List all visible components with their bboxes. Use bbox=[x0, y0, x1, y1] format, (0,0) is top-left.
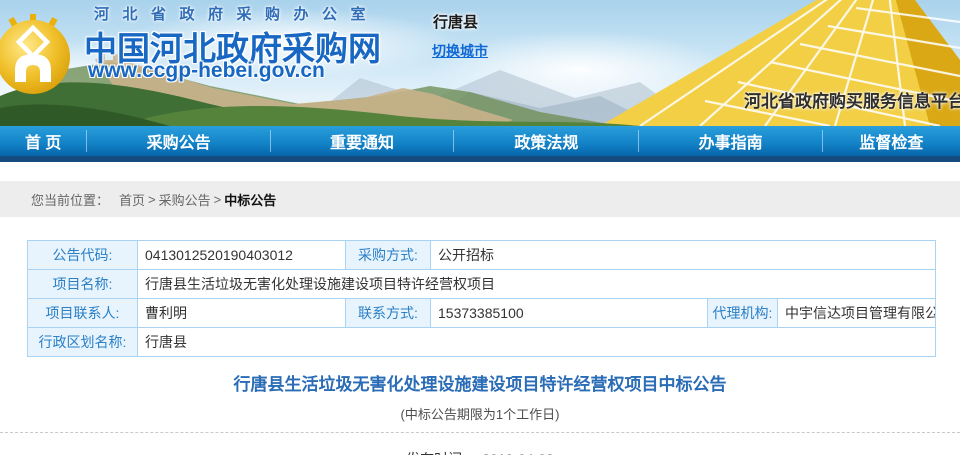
table-row: 项目联系人: 曹利明 联系方式: 15373385100 代理机构: 中宇信达项… bbox=[28, 299, 936, 328]
admin-region-label: 行政区划名称: bbox=[28, 328, 138, 357]
table-row: 公告代码: 0413012520190403012 采购方式: 公开招标 bbox=[28, 241, 936, 270]
publish-time-line: 发布时间： 2019-04-03 bbox=[0, 449, 960, 455]
main-navigation: 首 页 采购公告 重要通知 政策法规 办事指南 监督检查 bbox=[0, 126, 960, 156]
nav-item-important-notices[interactable]: 重要通知 bbox=[271, 126, 453, 156]
agency-label: 代理机构: bbox=[708, 299, 778, 328]
publish-time-value: 2019-04-03 bbox=[482, 451, 554, 455]
table-row: 项目名称: 行唐县生活垃圾无害化处理设施建设项目特许经营权项目 bbox=[28, 270, 936, 299]
dashed-divider bbox=[0, 432, 960, 433]
procurement-method-value: 公开招标 bbox=[431, 241, 936, 270]
current-region-label: 行唐县 bbox=[433, 11, 478, 32]
breadcrumb-item-procurement[interactable]: 采购公告 bbox=[159, 190, 211, 209]
service-platform-banner-text: 河北省政府购买服务信息平台 bbox=[744, 87, 960, 112]
breadcrumb-item-current: 中标公告 bbox=[224, 190, 276, 209]
site-banner: 河北省政府采购办公室 中国河北政府采购网 www.ccgp-hebei.gov.… bbox=[0, 0, 960, 126]
breadcrumb: 您当前位置： 首页 > 采购公告 > 中标公告 bbox=[0, 181, 960, 217]
announcement-info-table: 公告代码: 0413012520190403012 采购方式: 公开招标 项目名… bbox=[27, 240, 936, 357]
switch-city-link[interactable]: 切换城市 bbox=[432, 41, 488, 61]
announcement-code-label: 公告代码: bbox=[28, 241, 138, 270]
contact-person-value: 曹利明 bbox=[138, 299, 346, 328]
contact-phone-value: 15373385100 bbox=[431, 299, 708, 328]
breadcrumb-separator: > bbox=[148, 192, 156, 207]
announcement-subtitle: (中标公告期限为1个工作日) bbox=[0, 404, 960, 423]
breadcrumb-separator: > bbox=[214, 192, 222, 207]
nav-underline-bar bbox=[0, 156, 960, 162]
breadcrumb-prefix: 您当前位置： bbox=[31, 190, 109, 209]
site-logo[interactable] bbox=[0, 14, 76, 98]
contact-phone-label: 联系方式: bbox=[346, 299, 431, 328]
admin-region-value: 行唐县 bbox=[138, 328, 936, 357]
gold-emblem-icon bbox=[0, 14, 76, 98]
table-row: 行政区划名称: 行唐县 bbox=[28, 328, 936, 357]
office-name: 河北省政府采购办公室 bbox=[94, 3, 379, 24]
announcement-title: 行唐县生活垃圾无害化处理设施建设项目特许经营权项目中标公告 bbox=[0, 370, 960, 395]
nav-item-home[interactable]: 首 页 bbox=[0, 126, 86, 156]
nav-item-procurement-announcements[interactable]: 采购公告 bbox=[87, 126, 269, 156]
announcement-code-value: 0413012520190403012 bbox=[138, 241, 346, 270]
nav-item-service-guide[interactable]: 办事指南 bbox=[639, 126, 821, 156]
nav-item-policies-regulations[interactable]: 政策法规 bbox=[454, 126, 638, 156]
nav-item-supervision-inspection[interactable]: 监督检查 bbox=[823, 126, 960, 156]
publish-time-label: 发布时间： bbox=[406, 451, 476, 455]
procurement-method-label: 采购方式: bbox=[346, 241, 431, 270]
project-name-value: 行唐县生活垃圾无害化处理设施建设项目特许经营权项目 bbox=[138, 270, 936, 299]
project-name-label: 项目名称: bbox=[28, 270, 138, 299]
agency-value: 中宇信达项目管理有限公司 bbox=[778, 299, 936, 328]
contact-person-label: 项目联系人: bbox=[28, 299, 138, 328]
breadcrumb-item-home[interactable]: 首页 bbox=[119, 190, 145, 209]
site-url: www.ccgp-hebei.gov.cn bbox=[88, 59, 325, 83]
